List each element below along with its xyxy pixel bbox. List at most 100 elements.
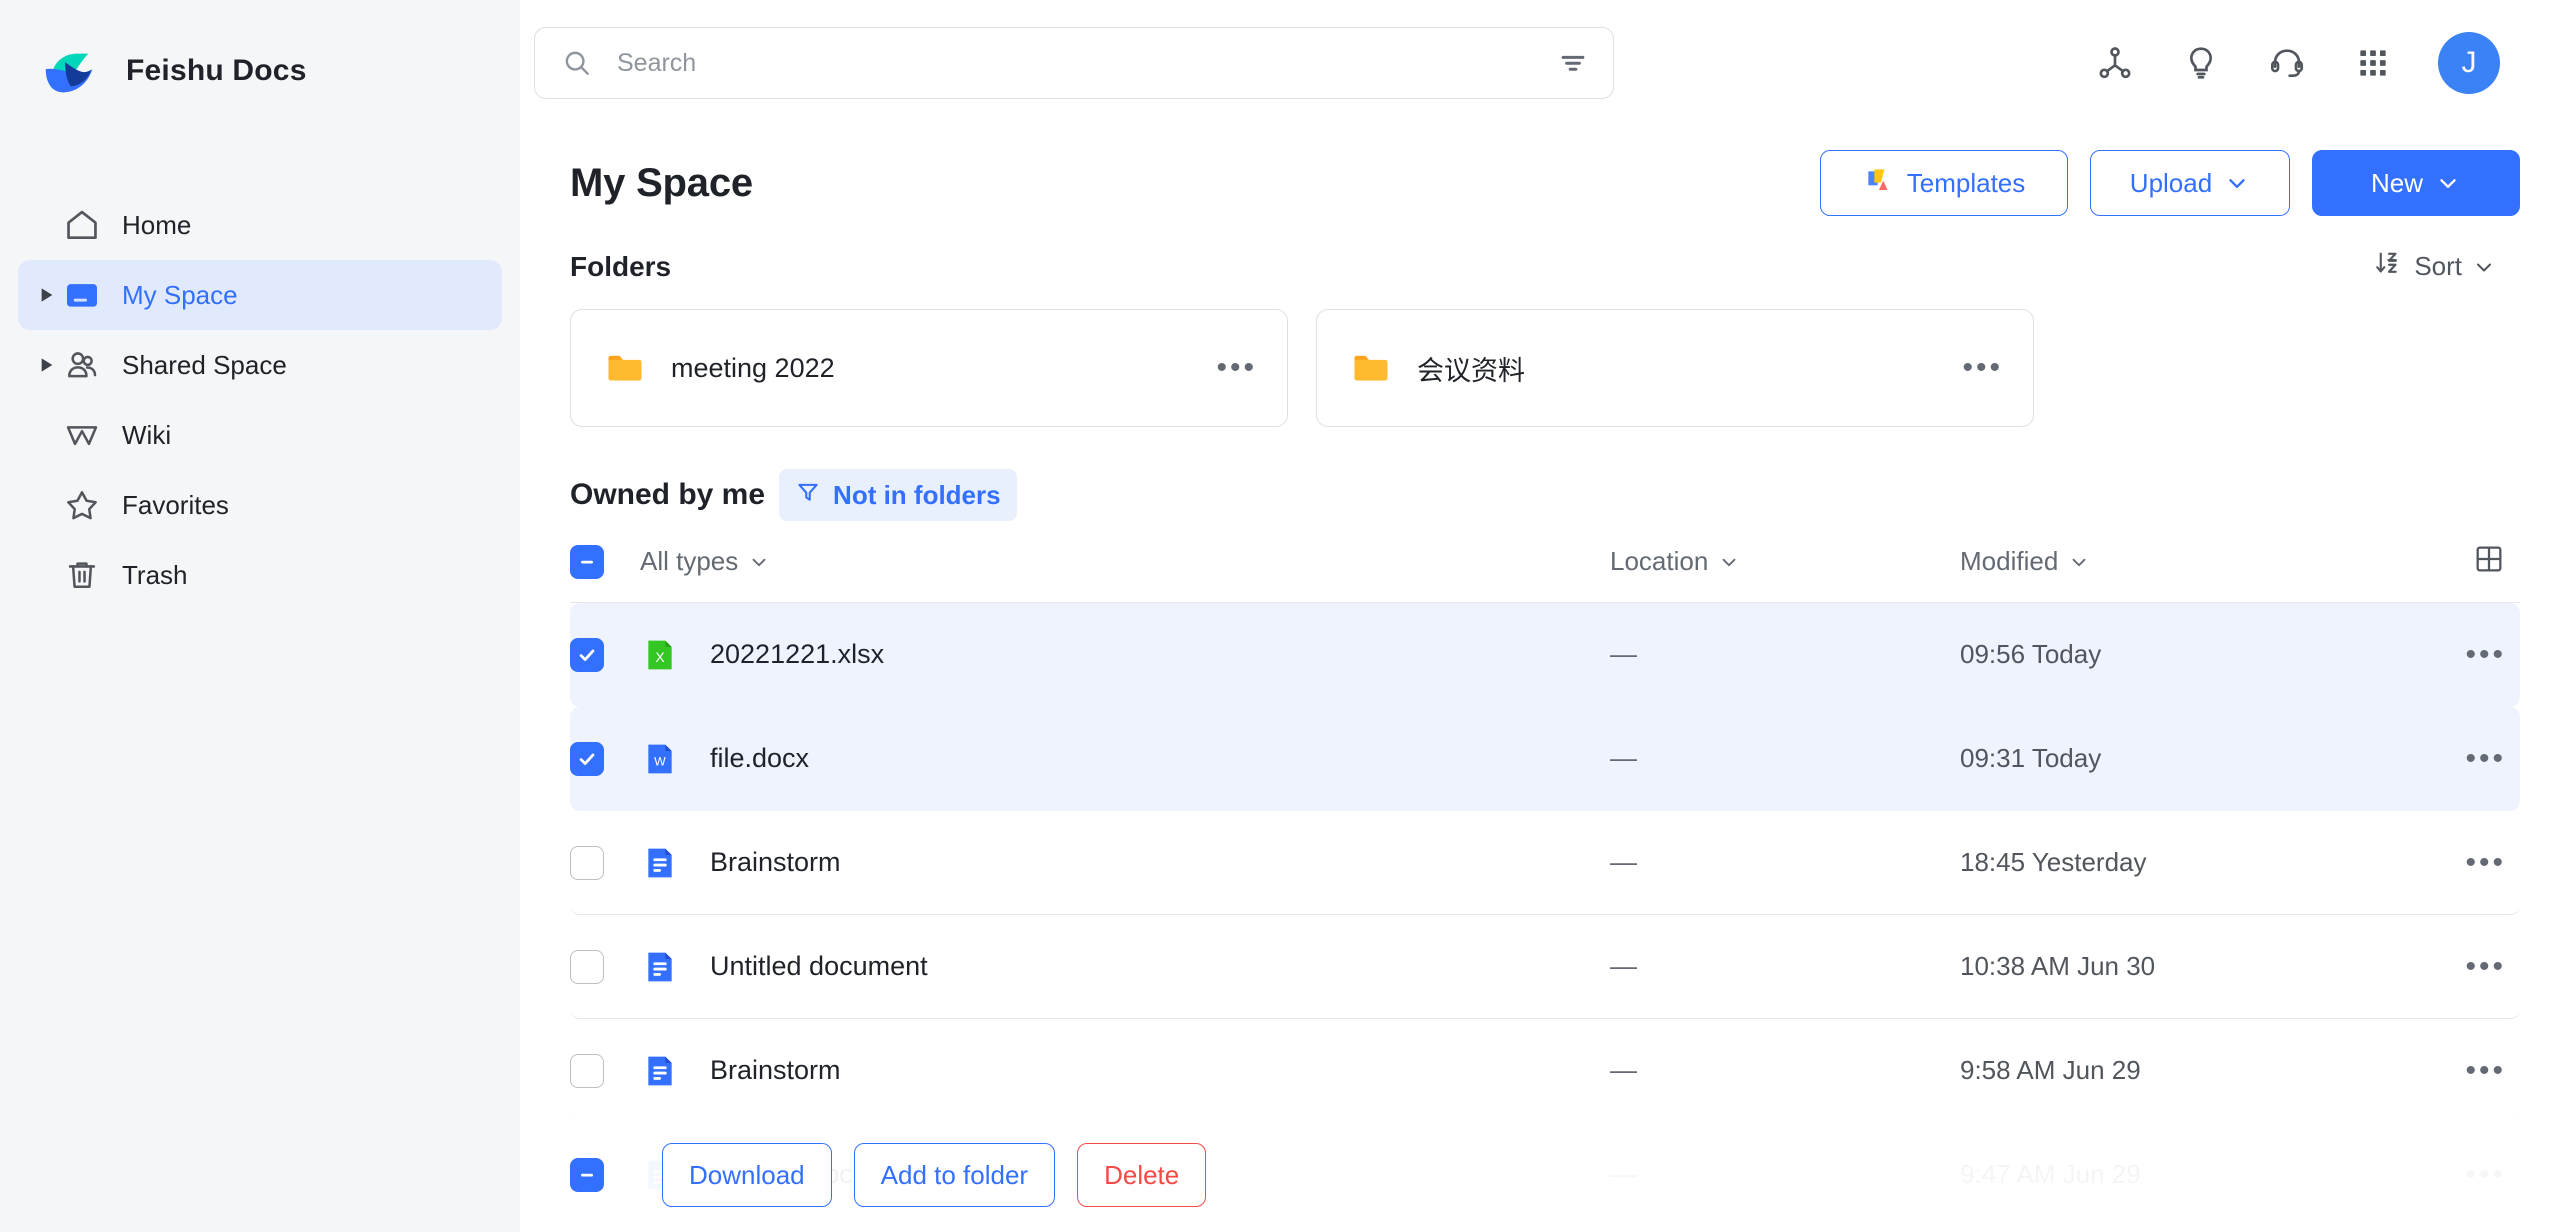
row-more-icon[interactable]: •••: [2465, 743, 2506, 774]
doc-file-icon: [640, 1051, 684, 1091]
row-location-cell: —: [1610, 951, 1960, 982]
column-view-toggle: [2400, 542, 2520, 581]
row-checkbox[interactable]: [570, 949, 604, 984]
search-bar[interactable]: [534, 27, 1614, 99]
filter-icon[interactable]: [1555, 46, 1591, 80]
row-name-cell: Brainstorm: [640, 843, 1610, 883]
file-name: Brainstorm: [710, 847, 841, 877]
topbar-icons: J: [2094, 32, 2520, 94]
modified-label: Modified: [1960, 546, 2059, 576]
location-dropdown[interactable]: Location: [1610, 546, 1740, 577]
folder-name: meeting 2022: [671, 352, 835, 383]
row-name-cell: X 20221221.xlsx: [640, 635, 1610, 675]
upload-button[interactable]: Upload: [2090, 150, 2290, 216]
download-button[interactable]: Download: [662, 1143, 832, 1207]
templates-label: Templates: [1906, 167, 2026, 198]
not-in-folders-filter-chip[interactable]: Not in folders: [779, 469, 1017, 521]
row-modified-cell: 9:58 AM Jun 29: [1960, 1055, 2400, 1086]
sidebar-item-label: Home: [122, 209, 192, 240]
column-location: Location: [1610, 546, 1960, 577]
apps-grid-icon[interactable]: [2352, 42, 2394, 84]
folder-more-icon[interactable]: •••: [1216, 353, 1257, 383]
sidebar-item-shared-space[interactable]: Shared Space: [18, 330, 502, 400]
row-more-icon[interactable]: •••: [2465, 1055, 2506, 1086]
location-label: Location: [1610, 546, 1709, 576]
add-to-folder-button[interactable]: Add to folder: [853, 1143, 1056, 1207]
avatar[interactable]: J: [2438, 32, 2500, 94]
row-checkbox[interactable]: [570, 845, 604, 880]
file-name: file.docx: [710, 743, 810, 773]
modified-value: 9:58 AM Jun 29: [1960, 1055, 2141, 1085]
location-value: —: [1610, 639, 1637, 669]
all-types-label: All types: [640, 546, 739, 576]
row-checkbox[interactable]: [570, 1053, 604, 1088]
modified-dropdown[interactable]: Modified: [1960, 546, 2090, 577]
row-name-cell: Brainstorm: [640, 1051, 1610, 1091]
bulk-select-checkbox[interactable]: [570, 1158, 604, 1192]
page-actions: Templates Upload New: [1820, 150, 2520, 216]
sidebar-item-home[interactable]: Home: [18, 190, 502, 260]
sidebar-item-favorites[interactable]: Favorites: [18, 470, 502, 540]
folder-card[interactable]: meeting 2022 •••: [570, 309, 1288, 427]
add-to-folder-label: Add to folder: [880, 1159, 1029, 1190]
sidebar-item-my-space[interactable]: My Space: [18, 260, 502, 330]
brand[interactable]: Feishu Docs: [0, 0, 520, 104]
sidebar-item-trash[interactable]: Trash: [18, 540, 502, 610]
modified-value: 10:38 AM Jun 30: [1960, 951, 2156, 981]
chevron-right-icon[interactable]: [34, 287, 60, 303]
share-network-icon[interactable]: [2094, 42, 2136, 84]
row-checkbox[interactable]: [570, 741, 604, 776]
table-row[interactable]: W file.docx — 09:31 Today •••: [570, 707, 2520, 811]
folders-list: meeting 2022 ••• 会议资料 •••: [520, 285, 2560, 427]
brand-name: Feishu Docs: [126, 54, 307, 87]
table-row[interactable]: Untitled document — 10:38 AM Jun 30 •••: [570, 915, 2520, 1019]
sort-control[interactable]: Sort: [2374, 248, 2520, 285]
modified-value: 18:45 Yesterday: [1960, 847, 2147, 877]
sidebar-item-wiki[interactable]: Wiki: [18, 400, 502, 470]
row-location-cell: —: [1610, 847, 1960, 878]
folder-more-icon[interactable]: •••: [1962, 353, 2003, 383]
row-checkbox-wrap: [570, 1053, 640, 1088]
search-input[interactable]: [617, 48, 1555, 78]
templates-button[interactable]: Templates: [1820, 150, 2068, 216]
upload-label: Upload: [2129, 167, 2213, 198]
table-row[interactable]: Brainstorm — 9:58 AM Jun 29 •••: [570, 1019, 2520, 1123]
sort-az-icon: [2374, 248, 2404, 285]
chip-label: Not in folders: [833, 479, 1001, 510]
templates-icon: [1863, 164, 1895, 203]
home-icon: [60, 206, 104, 244]
row-checkbox[interactable]: [570, 637, 604, 672]
row-checkbox-wrap: [570, 741, 640, 776]
lightbulb-icon[interactable]: [2180, 42, 2222, 84]
grid-view-icon[interactable]: [2472, 542, 2506, 581]
row-actions-cell: •••: [2400, 951, 2520, 982]
chevron-right-icon[interactable]: [34, 357, 60, 373]
row-name-cell: W file.docx: [640, 739, 1610, 779]
svg-text:W: W: [654, 754, 666, 768]
row-more-icon[interactable]: •••: [2465, 951, 2506, 982]
column-modified: Modified: [1960, 546, 2400, 577]
location-value: —: [1610, 847, 1637, 877]
table-row[interactable]: X 20221221.xlsx — 09:56 Today •••: [570, 603, 2520, 707]
folder-name: 会议资料: [1417, 355, 1525, 386]
delete-button[interactable]: Delete: [1077, 1143, 1207, 1207]
table-row[interactable]: Brainstorm — 18:45 Yesterday •••: [570, 811, 2520, 915]
row-more-icon[interactable]: •••: [2465, 639, 2506, 670]
wiki-icon: [60, 416, 104, 454]
row-actions-cell: •••: [2400, 1055, 2520, 1086]
row-more-icon[interactable]: •••: [2465, 847, 2506, 878]
svg-text:X: X: [655, 649, 665, 665]
all-types-dropdown[interactable]: All types: [640, 546, 770, 577]
headset-icon[interactable]: [2266, 42, 2308, 84]
select-all-checkbox[interactable]: [570, 544, 604, 579]
row-modified-cell: 18:45 Yesterday: [1960, 847, 2400, 878]
chevron-down-icon: [748, 551, 770, 573]
chevron-down-icon: [2435, 170, 2461, 196]
row-modified-cell: 09:56 Today: [1960, 639, 2400, 670]
sidebar-nav: Home My Space Shared Space Wiki Favorite…: [0, 190, 520, 610]
folder-card[interactable]: 会议资料 •••: [1316, 309, 2034, 427]
sidebar: Feishu Docs Home My Space Shared Space W…: [0, 0, 520, 1232]
doc-file-icon: [640, 843, 684, 883]
location-value: —: [1610, 743, 1637, 773]
new-button[interactable]: New: [2312, 150, 2520, 216]
